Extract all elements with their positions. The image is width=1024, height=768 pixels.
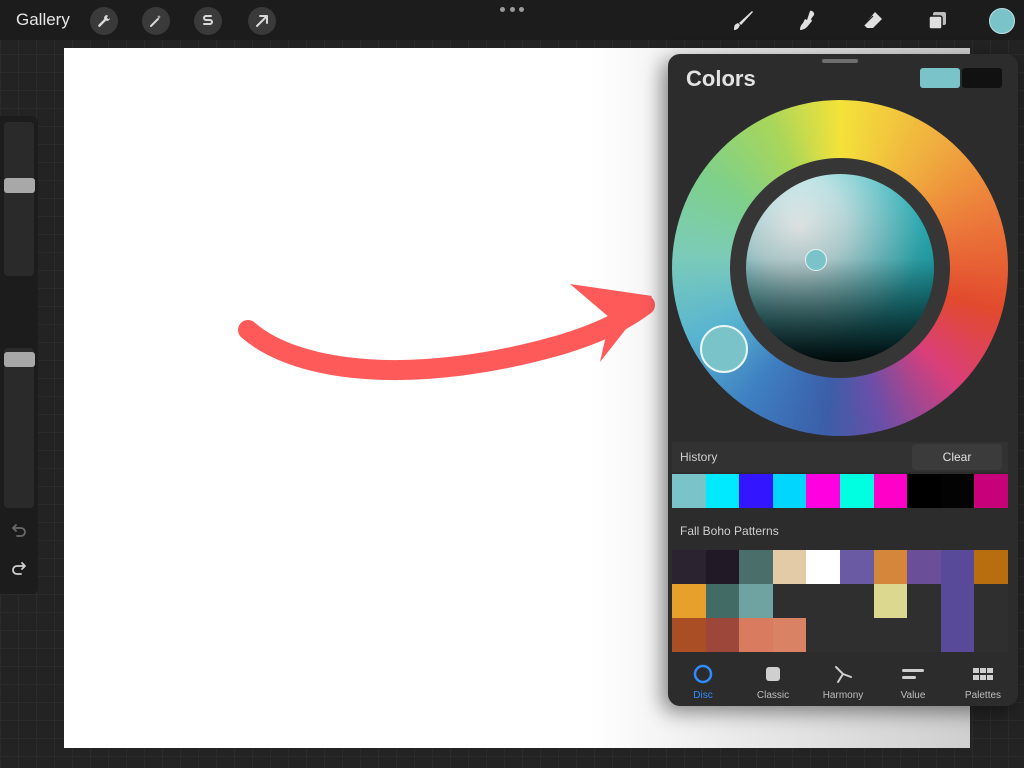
left-sidebar [0,116,38,594]
redo-icon[interactable] [9,558,29,578]
palette-swatch[interactable] [806,550,840,584]
palette-swatch[interactable] [839,550,874,584]
history-swatch[interactable] [772,474,807,508]
palette-swatch[interactable] [705,550,740,584]
palette-swatch[interactable] [772,584,807,618]
palette-swatch[interactable] [772,550,807,584]
palette-swatch[interactable] [839,584,874,618]
palette-swatch[interactable] [873,584,908,618]
tab-disc[interactable]: Disc [668,658,738,706]
harmony-icon [832,662,854,686]
palette-swatch[interactable] [705,618,740,652]
palette-grid [672,550,1008,652]
saturation-brightness-disc[interactable] [746,174,934,362]
classic-square-icon [762,662,784,686]
palette-swatch[interactable] [806,618,840,652]
history-swatch[interactable] [873,474,908,508]
palette-swatch[interactable] [974,618,1008,652]
palettes-grid-icon [971,662,995,686]
palette-swatch[interactable] [672,584,706,618]
tab-label: Harmony [822,690,864,701]
history-label: History [680,450,718,464]
primary-color-swatch[interactable] [920,68,960,88]
palette-swatch[interactable] [974,550,1008,584]
brush-size-slider[interactable] [4,122,34,276]
palette-swatch[interactable] [873,618,908,652]
history-header: History Clear [672,442,1008,472]
palette-swatch[interactable] [672,550,706,584]
panel-grabber[interactable] [822,59,858,63]
tab-label: Classic [756,690,790,701]
history-swatch[interactable] [806,474,840,508]
opacity-handle[interactable] [4,352,35,367]
disc-icon [692,662,714,686]
history-swatch[interactable] [839,474,874,508]
palette-swatch[interactable] [672,618,706,652]
hue-knob[interactable] [700,325,748,373]
palette-swatch[interactable] [739,550,773,584]
palette-swatch[interactable] [873,550,908,584]
palette-swatch[interactable] [739,618,773,652]
tab-value[interactable]: Value [878,658,948,706]
history-swatches [672,474,1008,508]
tab-label: Disc [693,690,713,701]
tab-palettes[interactable]: Palettes [948,658,1018,706]
history-swatch[interactable] [907,474,941,508]
tab-classic[interactable]: Classic [738,658,808,706]
palette-swatch[interactable] [940,584,975,618]
palette-swatch[interactable] [806,584,840,618]
history-swatch[interactable] [705,474,740,508]
palette-swatch[interactable] [705,584,740,618]
colors-panel: Colors History Clear Fall Boho Patterns … [668,54,1018,706]
palette-swatch[interactable] [907,550,941,584]
tab-label: Value [900,690,926,701]
hue-ring[interactable] [672,100,1008,436]
palette-swatch[interactable] [940,550,975,584]
palette-swatch[interactable] [772,618,807,652]
opacity-slider[interactable] [4,348,34,508]
palette-swatch[interactable] [907,584,941,618]
palette-name: Fall Boho Patterns [680,524,779,538]
palette-swatch[interactable] [839,618,874,652]
value-sliders-icon [901,662,925,686]
palette-swatch[interactable] [907,618,941,652]
brush-size-handle[interactable] [4,178,35,193]
panel-title: Colors [686,66,756,91]
tab-harmony[interactable]: Harmony [808,658,878,706]
clear-history-button[interactable]: Clear [912,444,1002,470]
color-mode-tabs: Disc Classic Harmony Value Palettes [668,658,1018,706]
history-swatch[interactable] [672,474,706,508]
saturation-knob[interactable] [805,249,827,271]
tab-label: Palettes [964,690,1002,701]
palette-swatch[interactable] [739,584,773,618]
history-swatch[interactable] [739,474,773,508]
palette-swatch[interactable] [974,584,1008,618]
undo-icon[interactable] [9,520,29,540]
history-swatch[interactable] [940,474,975,508]
secondary-color-swatch[interactable] [962,68,1002,88]
history-swatch[interactable] [974,474,1008,508]
palette-swatch[interactable] [940,618,975,652]
